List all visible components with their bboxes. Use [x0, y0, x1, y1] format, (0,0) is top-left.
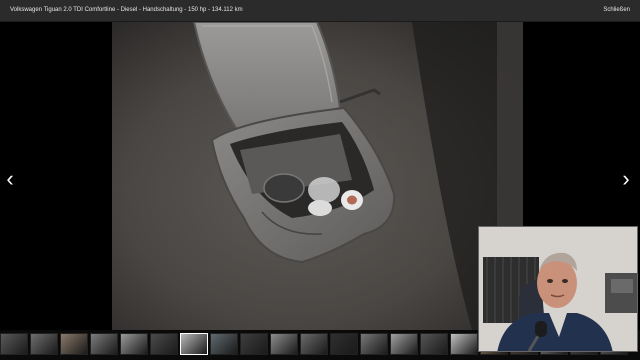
thumbnail[interactable]	[180, 333, 208, 355]
thumbnail[interactable]	[330, 333, 358, 355]
trunk-photo-image	[112, 22, 523, 330]
prev-photo-button[interactable]: ‹	[0, 167, 20, 191]
thumbnail[interactable]	[150, 333, 178, 355]
video-call-overlay	[478, 226, 638, 352]
webcam-feed-image	[479, 227, 637, 351]
thumbnail[interactable]	[240, 333, 268, 355]
thumbnail[interactable]	[120, 333, 148, 355]
thumbnail[interactable]	[450, 333, 478, 355]
thumbnail[interactable]	[90, 333, 118, 355]
thumbnail[interactable]	[420, 333, 448, 355]
listing-title: Volkswagen Tiguan 2.0 TDI Comfortline - …	[10, 7, 243, 13]
thumbnail[interactable]	[0, 333, 28, 355]
main-photo	[112, 22, 523, 330]
thumbnail[interactable]	[270, 333, 298, 355]
thumbnail[interactable]	[390, 333, 418, 355]
thumbnail[interactable]	[60, 333, 88, 355]
next-photo-button[interactable]: ›	[616, 167, 636, 191]
gallery-viewer: Volkswagen Tiguan 2.0 TDI Comfortline - …	[0, 0, 640, 360]
thumbnail[interactable]	[30, 333, 58, 355]
thumbnail[interactable]	[210, 333, 238, 355]
gallery-header: Volkswagen Tiguan 2.0 TDI Comfortline - …	[0, 0, 640, 22]
thumbnail[interactable]	[300, 333, 328, 355]
close-button[interactable]: Schließen	[603, 7, 630, 13]
thumbnail[interactable]	[360, 333, 388, 355]
